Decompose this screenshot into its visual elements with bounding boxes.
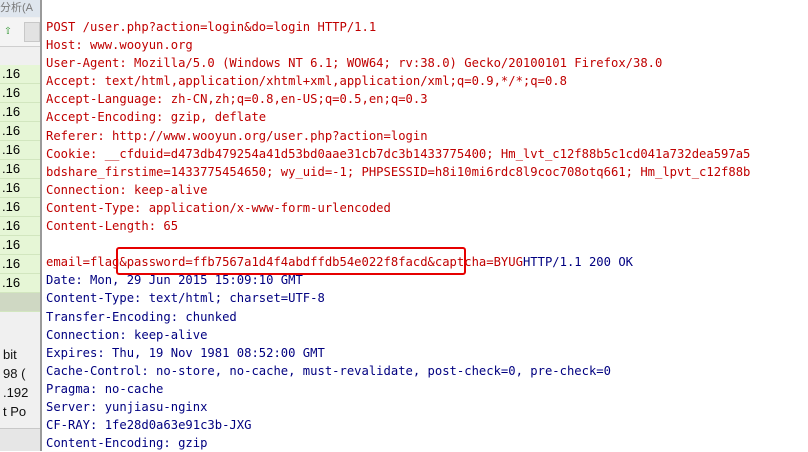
green-arrow-icon[interactable]: ⇧ [4, 23, 18, 39]
request-line: Content-Length: 65 [46, 219, 179, 234]
packet-row[interactable]: .16 [0, 65, 40, 84]
packet-row[interactable]: .16 [0, 122, 40, 141]
packet-details: bit 98 (.192 t Po [0, 345, 40, 421]
request-line: Connection: keep-alive [46, 182, 208, 197]
response-line: Server: yunjiasu-nginx [46, 399, 208, 414]
request-line: Accept-Encoding: gzip, deflate [46, 110, 267, 125]
response-status: HTTP/1.1 200 OK [522, 255, 633, 270]
response-line: Cache-Control: no-store, no-cache, must-… [46, 363, 611, 378]
packet-row[interactable]: .16 [0, 255, 40, 274]
detail-line[interactable]: .192 [0, 383, 40, 402]
packet-list[interactable]: .16.16.16.16.16.16.16.16.16.16.16.16 [0, 65, 40, 312]
status-bar [0, 428, 40, 451]
response-line: Transfer-Encoding: chunked [46, 309, 237, 324]
background-window-title: 分析(A [0, 0, 40, 17]
request-line: bdshare_firstime=1433775454650; wy_uid=-… [46, 164, 751, 179]
request-line: User-Agent: Mozilla/5.0 (Windows NT 6.1;… [46, 56, 663, 71]
background-window: 分析(A ⇧ .16.16.16.16.16.16.16.16.16.16.16… [0, 0, 40, 451]
response-line: CF-RAY: 1fe28d0a63e91c3b-JXG [46, 418, 252, 433]
response-line: Expires: Thu, 19 Nov 1981 08:52:00 GMT [46, 345, 325, 360]
response-line: Content-Type: text/html; charset=UTF-8 [46, 291, 325, 306]
packet-row[interactable]: .16 [0, 217, 40, 236]
packet-row[interactable]: .16 [0, 274, 40, 293]
packet-row[interactable]: .16 [0, 160, 40, 179]
detail-line[interactable]: t Po [0, 402, 40, 421]
packet-row[interactable]: .16 [0, 236, 40, 255]
stream-content[interactable]: POST /user.php?action=login&do=login HTT… [46, 18, 750, 452]
request-line: Cookie: __cfduid=d473db479254a41d53bd0aa… [46, 146, 751, 161]
request-line: Content-Type: application/x-www-form-url… [46, 200, 391, 215]
detail-line[interactable]: bit [0, 345, 40, 364]
packet-row[interactable]: .16 [0, 179, 40, 198]
packet-row[interactable]: .16 [0, 141, 40, 160]
response-line: Connection: keep-alive [46, 327, 208, 342]
follow-tcp-stream-dialog: POST /user.php?action=login&do=login HTT… [40, 0, 808, 451]
background-toolbar: ⇧ [0, 18, 40, 47]
request-body: email=flag&password=ffb7567a1d4f4abdffdb… [46, 255, 523, 270]
body-line: email=flag&password=ffb7567a1d4f4abdffdb… [46, 253, 750, 271]
packet-row[interactable]: .16 [0, 84, 40, 103]
request-line: Referer: http://www.wooyun.org/user.php?… [46, 128, 428, 143]
request-line: Host: www.wooyun.org [46, 38, 193, 53]
detail-line[interactable]: 98 ( [0, 364, 40, 383]
packet-row[interactable] [0, 293, 40, 312]
packet-row[interactable]: .16 [0, 198, 40, 217]
request-line: POST /user.php?action=login&do=login HTT… [46, 20, 377, 34]
response-line: Date: Mon, 29 Jun 2015 15:09:10 GMT [46, 273, 303, 288]
response-line: Content-Encoding: gzip [46, 436, 208, 451]
request-line: Accept-Language: zh-CN,zh;q=0.8,en-US;q=… [46, 92, 428, 107]
toolbar-button[interactable] [24, 22, 40, 42]
packet-row[interactable]: .16 [0, 103, 40, 122]
response-line: Pragma: no-cache [46, 381, 164, 396]
request-line: Accept: text/html,application/xhtml+xml,… [46, 74, 567, 89]
